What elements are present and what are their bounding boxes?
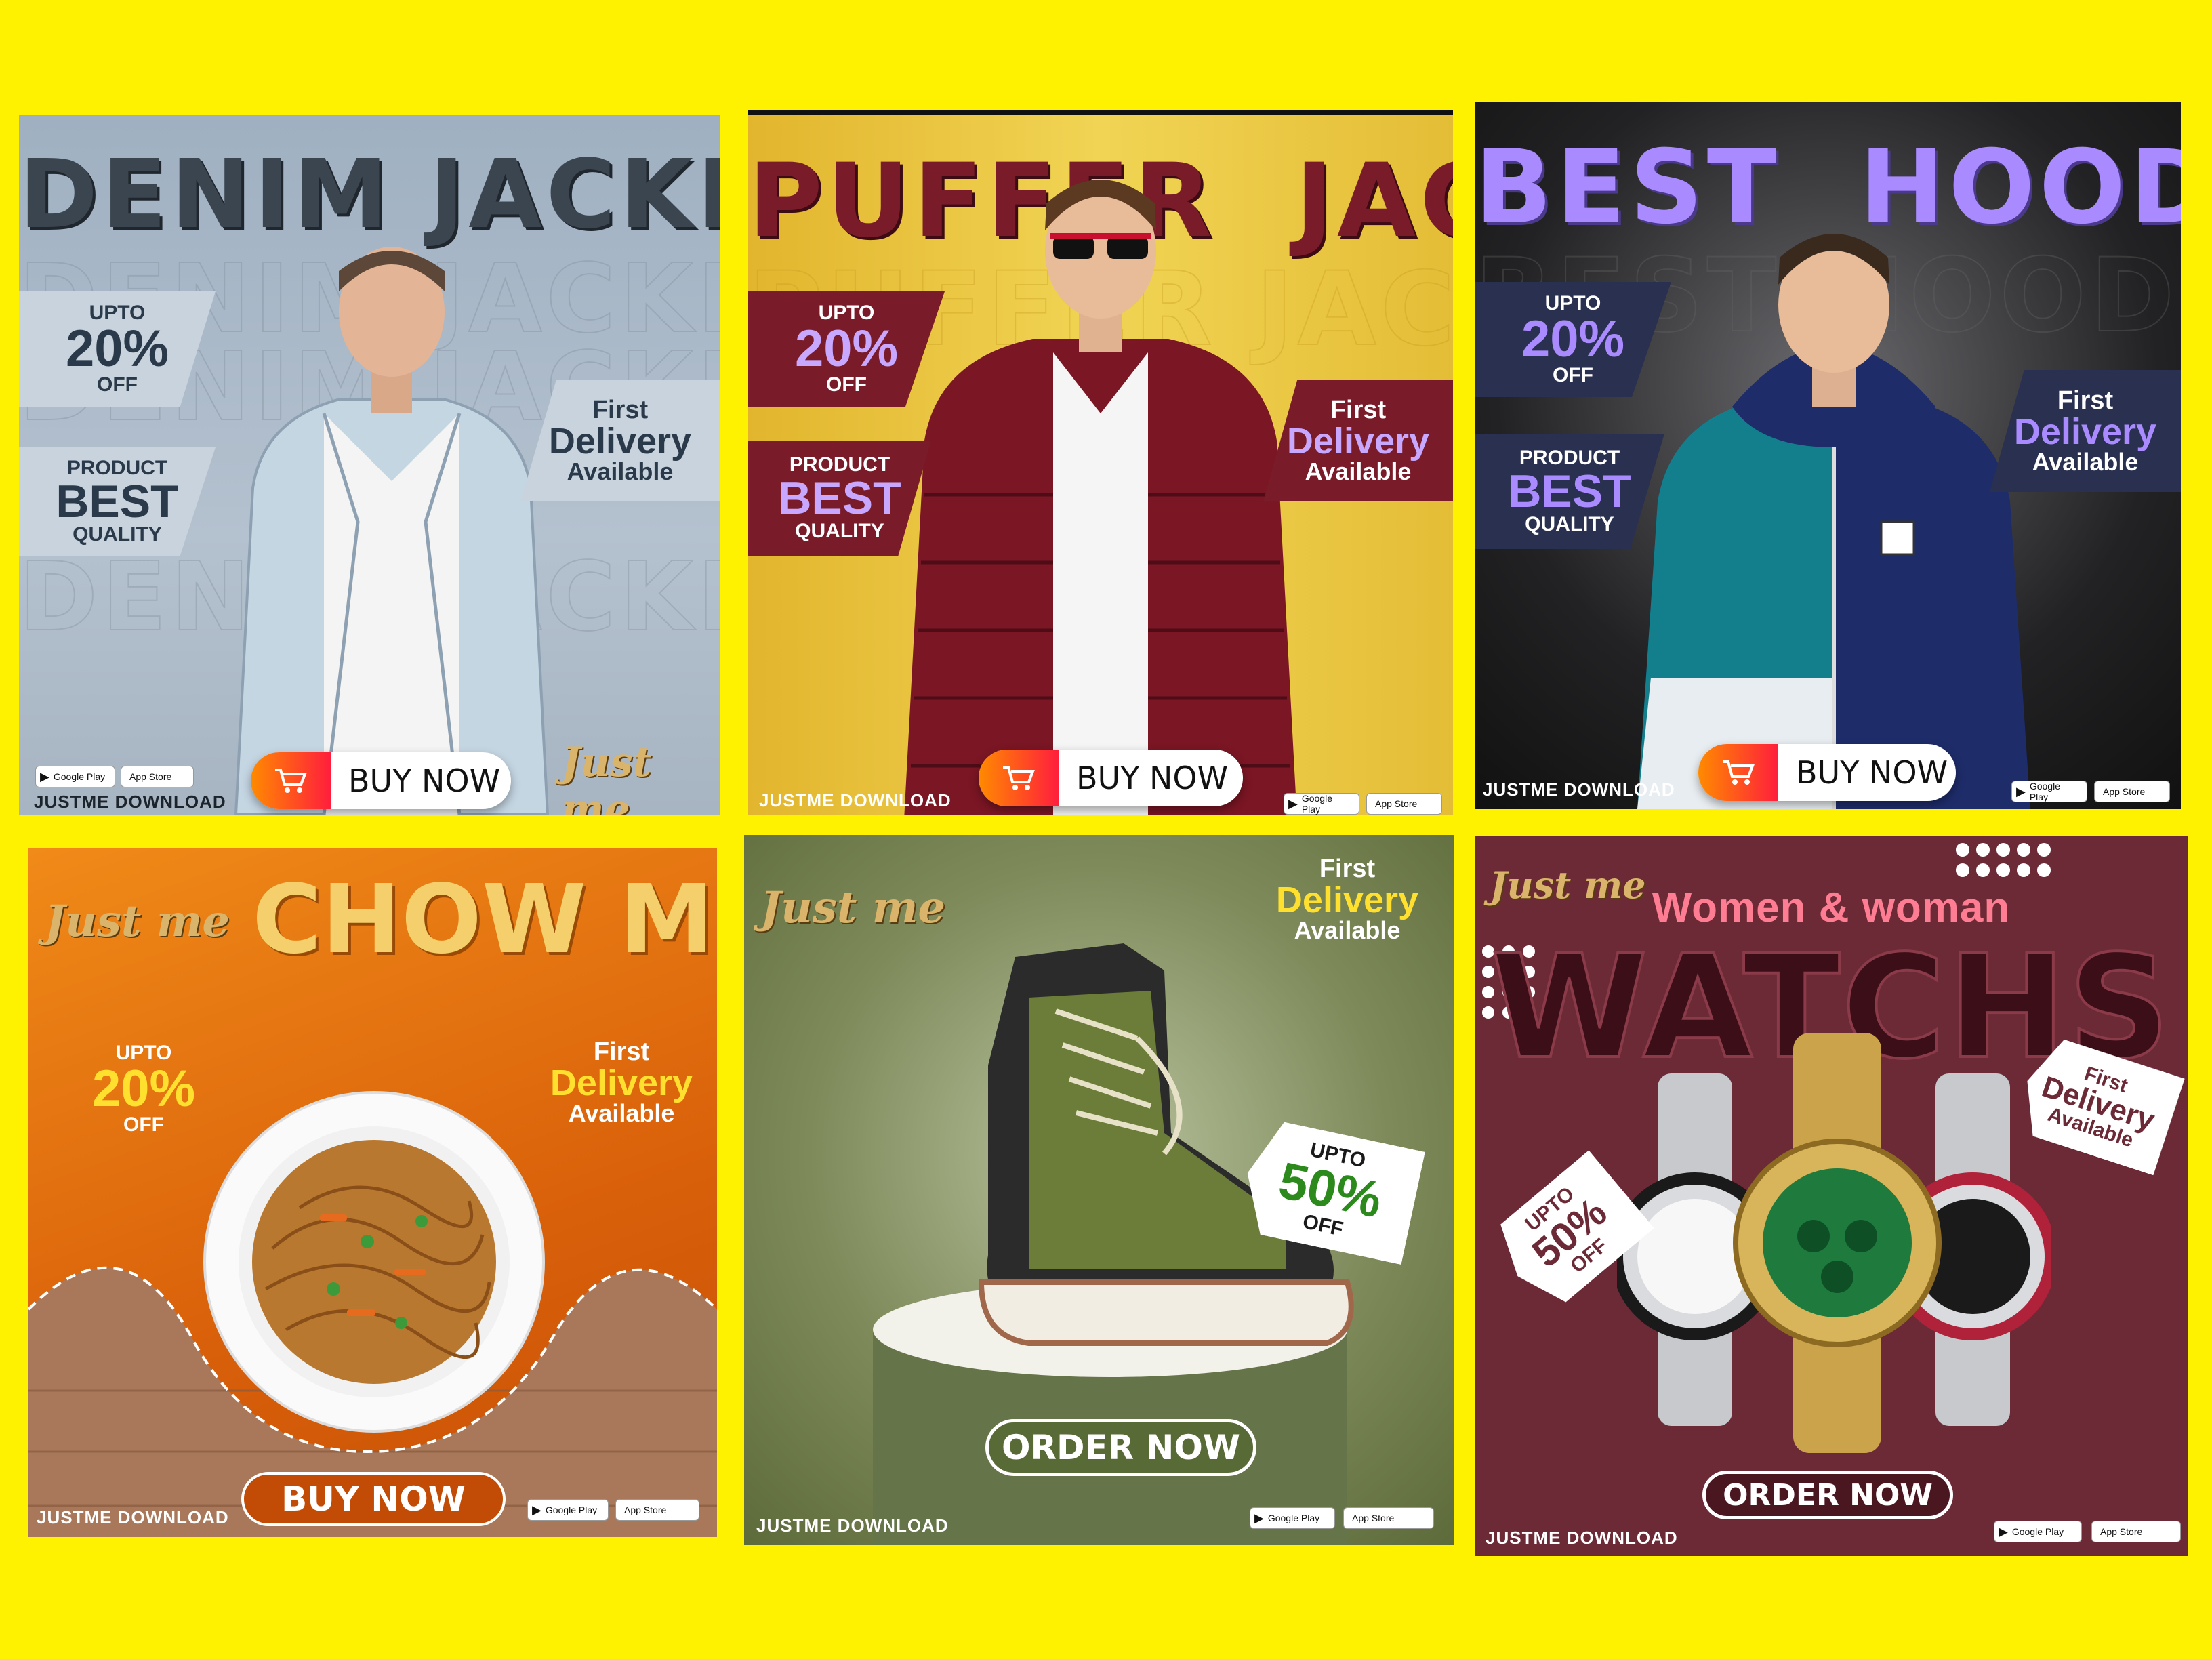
brand-logo: Just me [45, 896, 230, 947]
footer-label: JUSTME DOWNLOAD [756, 1515, 949, 1536]
google-play-badge[interactable]: ▶ Google Play [2011, 781, 2087, 802]
cart-icon [1698, 744, 1778, 801]
buy-now-button[interactable]: BUY NOW [251, 752, 511, 809]
footer-label: JUSTME DOWNLOAD [1486, 1528, 1678, 1548]
brand-logo: Just me [561, 739, 652, 815]
google-play-icon: ▶ [2016, 784, 2026, 798]
sneaker-ad: Just me First Delivery Available UPTO 50… [744, 835, 1454, 1545]
google-play-icon: ▶ [1999, 1524, 2008, 1538]
cart-icon [979, 750, 1059, 806]
google-play-badge[interactable]: ▶ Google Play [1994, 1521, 2082, 1542]
model-image [1637, 234, 2030, 809]
chow-mein-ad: Just me CHOW MEIN UPTO 20% OFF First Del… [28, 848, 717, 1537]
dot-pattern [1956, 843, 2051, 877]
model-image [904, 180, 1297, 815]
google-play-icon: ▶ [40, 769, 49, 783]
google-play-badge[interactable]: ▶ Google Play [1250, 1507, 1335, 1529]
app-store-badge[interactable]: App Store [121, 766, 194, 787]
buy-now-button[interactable]: BUY NOW [1698, 744, 1956, 801]
google-play-icon: ▶ [532, 1502, 541, 1517]
cart-icon [251, 752, 331, 809]
footer-label: JUSTME DOWNLOAD [37, 1507, 229, 1528]
brand-logo: Just me [760, 882, 946, 933]
denim-jacket-ad: DENIM JACKET DENIM JACKET DENIM JACKET D… [19, 115, 720, 815]
buy-now-button[interactable]: BUY NOW [241, 1472, 506, 1526]
app-store-badge[interactable]: App Store [615, 1499, 699, 1521]
footer-label: JUSTME DOWNLOAD [1483, 779, 1675, 800]
watches-ad: Just me Women & woman WATCHS UPTO 50% OF… [1475, 836, 2188, 1556]
watches-image [1617, 1033, 2051, 1453]
app-store-badge[interactable]: App Store [1343, 1507, 1434, 1529]
buy-now-button[interactable]: BUY NOW [979, 750, 1243, 806]
quality-badge: PRODUCT BEST QUALITY [19, 447, 216, 556]
delivery-badge: First Delivery Available [550, 1038, 693, 1127]
google-play-badge[interactable]: ▶ Google Play [1284, 793, 1359, 815]
google-play-icon: ▶ [1288, 796, 1298, 811]
google-play-badge[interactable]: ▶ Google Play [527, 1499, 609, 1521]
google-play-icon: ▶ [1254, 1511, 1264, 1525]
app-store-badge[interactable]: App Store [2094, 781, 2170, 802]
footer-label: JUSTME DOWNLOAD [759, 790, 951, 811]
best-hoodies-ad: BEST HOODIES BEST HOODIES UPTO 20% OFF P… [1475, 102, 2181, 809]
order-now-button[interactable]: ORDER NOW [1702, 1471, 1953, 1519]
google-play-badge[interactable]: ▶ Google Play [35, 766, 115, 787]
ad-title: CHOW MEIN [252, 865, 717, 975]
app-store-badge[interactable]: App Store [2091, 1521, 2181, 1542]
order-now-button[interactable]: ORDER NOW [985, 1419, 1256, 1476]
app-store-badge[interactable]: App Store [1366, 793, 1442, 815]
puffer-jacket-ad: PUFFER JACKE PUFFER JACKE UPTO 20% OFF P… [748, 110, 1453, 815]
model-image [234, 247, 550, 815]
footer-label: JUSTME DOWNLOAD [34, 792, 226, 812]
noodle-plate-image [203, 1091, 545, 1433]
